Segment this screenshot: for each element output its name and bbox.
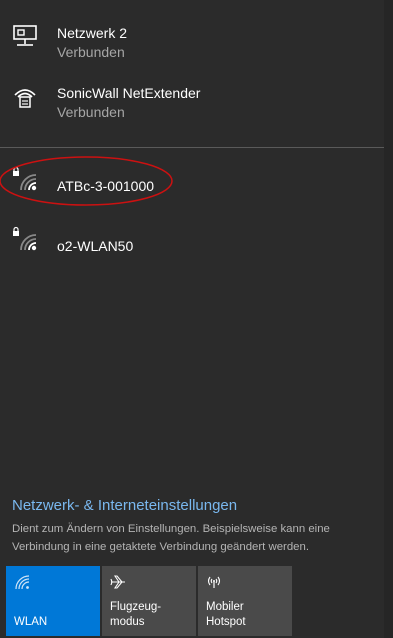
ethernet-icon [13,25,37,46]
tile-label: Mobiler [206,601,244,613]
network-item-wired[interactable]: Netzwerk 2 Verbunden [0,20,384,64]
settings-description: Dient zum Ändern von Einstellungen. Beis… [12,523,330,553]
wlan-toggle[interactable]: WLAN [6,566,100,636]
divider [0,147,384,148]
scrollbar[interactable] [384,0,393,638]
wifi-secured-icon [13,166,37,191]
network-status: Verbunden [57,104,125,120]
tile-label: Flugzeug- [110,601,162,613]
tile-label: modus [110,616,145,628]
hotspot-icon [207,576,221,588]
network-name: Netzwerk 2 [57,25,128,41]
airplane-icon [110,575,125,589]
network-item-vpn[interactable]: SonicWall NetExtender Verbunden [0,80,384,124]
mobile-hotspot-toggle[interactable]: Mobiler Hotspot [198,566,292,636]
airplane-mode-toggle[interactable]: Flugzeug- modus [102,566,196,636]
tile-label: WLAN [14,616,48,628]
network-settings-link[interactable]: Netzwerk- & Interneteinstellungen [12,497,237,514]
network-status: Verbunden [57,44,125,60]
network-name: ATBc-3-001000 [57,178,155,194]
network-item-wifi[interactable]: o2-WLAN50 [0,220,384,264]
network-name: o2-WLAN50 [57,238,134,254]
vpn-icon [14,89,36,108]
network-name: SonicWall NetExtender [57,85,201,101]
wifi-icon [15,575,30,590]
wifi-secured-icon [13,226,37,251]
network-item-wifi[interactable]: ATBc-3-001000 [0,160,384,204]
tile-label: Hotspot [206,616,246,628]
